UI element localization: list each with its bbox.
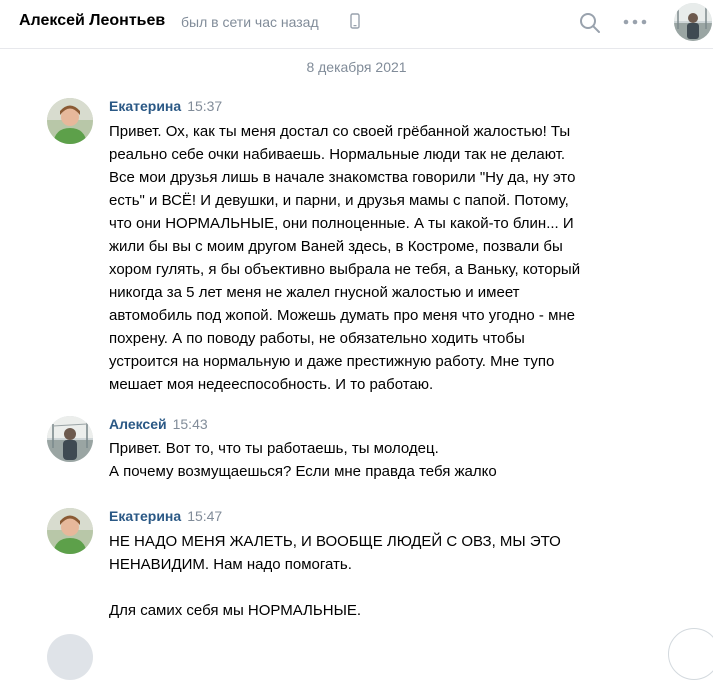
avatar[interactable] — [674, 3, 712, 41]
message-line: НЕ НАДО МЕНЯ ЖАЛЕТЬ, И ВООБЩЕ ЛЮДЕЙ С ОВ… — [109, 533, 561, 550]
message-line: никогда за 5 лет меня не жалел гнусной ж… — [109, 284, 520, 301]
search-icon[interactable] — [578, 11, 602, 40]
more-dots-icon[interactable] — [622, 12, 648, 37]
message-time[interactable]: 15:37 — [187, 98, 222, 114]
message-text: Привет. Вот то, что ты работаешь, ты мол… — [109, 437, 497, 483]
avatar[interactable] — [47, 416, 93, 462]
message-line — [109, 576, 561, 599]
message-line: Привет. Ох, как ты меня достал со своей … — [109, 123, 571, 140]
message-line: хором гулять, я бы объективно выбрала не… — [109, 261, 581, 278]
message-line: мешает моя недееспособность. И то работа… — [109, 376, 434, 393]
message-line: похрену. А по поводу работы, не обязател… — [109, 330, 525, 347]
message-line: А почему возмущаешься? Если мне правда т… — [109, 463, 497, 480]
scroll-down-button[interactable] — [668, 628, 713, 680]
message-text: НЕ НАДО МЕНЯ ЖАЛЕТЬ, И ВООБЩЕ ЛЮДЕЙ С ОВ… — [109, 530, 561, 622]
message-time[interactable]: 15:47 — [187, 508, 222, 524]
message-line: реально себе очки набиваешь. Нормальные … — [109, 146, 566, 163]
chat-header: Алексей Леонтьев был в сети час назад — [0, 0, 713, 49]
message-time[interactable]: 15:43 — [173, 416, 208, 432]
message-line: Все мои друзья лишь в начале знакомства … — [109, 169, 576, 186]
avatar[interactable] — [47, 98, 93, 144]
author-name[interactable]: Алексей — [109, 416, 167, 432]
message-line: Привет. Вот то, что ты работаешь, ты мол… — [109, 440, 439, 457]
message-line: Для самих себя мы НОРМАЛЬНЫЕ. — [109, 602, 362, 619]
message-line: жили бы вы с моим другом Ваней здесь, в … — [109, 238, 563, 255]
author-name[interactable]: Екатерина — [109, 98, 181, 114]
message-author: Екатерина 15:37 — [109, 98, 222, 116]
message-line: устроится на нормальную и даже престижну… — [109, 353, 555, 370]
message-line: автомобиль под жопой. Можешь думать про … — [109, 307, 576, 324]
message-line: есть" и ВСЁ! И девушки, и парни, и друзь… — [109, 192, 569, 209]
contact-status: был в сети час назад — [181, 14, 319, 30]
message-text: Привет. Ох, как ты меня достал со своей … — [109, 120, 580, 396]
mobile-phone-icon — [350, 13, 360, 34]
author-name[interactable]: Екатерина — [109, 508, 181, 524]
message-author: Алексей 15:43 — [109, 416, 208, 434]
date-separator: 8 декабря 2021 — [306, 59, 407, 75]
avatar[interactable] — [47, 508, 93, 554]
message-line: что они НОРМАЛЬНЫЕ, они полноценные. А т… — [109, 215, 574, 232]
contact-name[interactable]: Алексей Леонтьев — [19, 12, 165, 30]
message-line: НЕНАВИДИМ. Нам надо помогать. — [109, 556, 352, 573]
message-author: Екатерина 15:47 — [109, 508, 222, 526]
